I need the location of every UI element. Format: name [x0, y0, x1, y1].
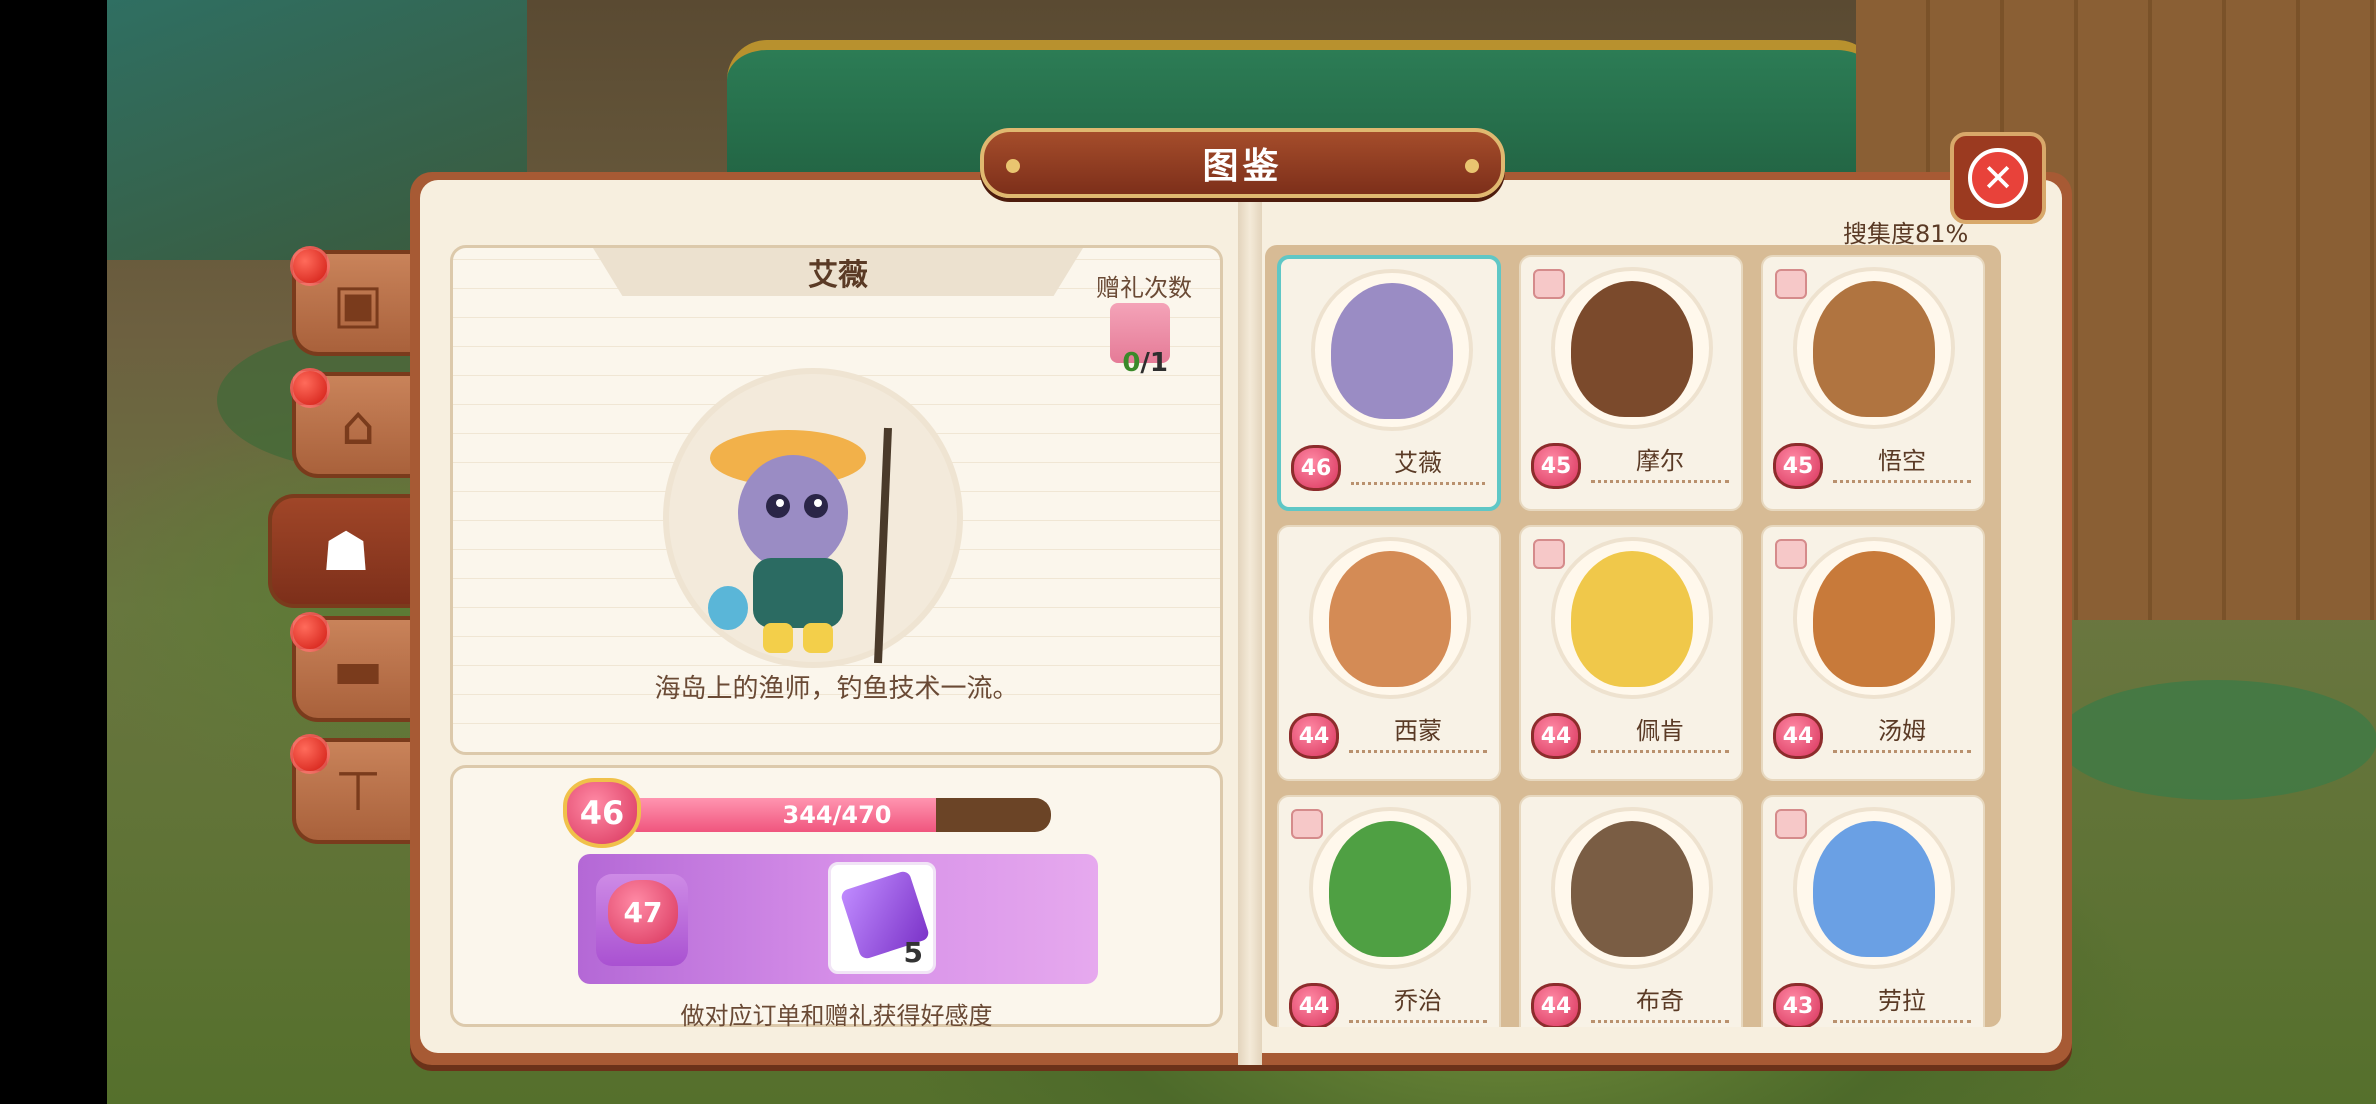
character-name: 佩肯 [1591, 711, 1729, 753]
reward-quantity: 5 [903, 936, 923, 969]
character-portrait [708, 427, 892, 664]
panel-title-plate: 图鉴 [980, 128, 1505, 198]
affinity-level-heart-icon: 46 [563, 778, 641, 848]
character-avatar [1571, 551, 1693, 687]
character-card[interactable]: 45 悟空 [1761, 255, 1985, 511]
shirt-icon: ⊤ [334, 759, 382, 823]
character-avatar [1813, 551, 1935, 687]
character-card[interactable]: 46 艾薇 [1277, 255, 1501, 511]
character-avatar [1813, 821, 1935, 957]
character-level-heart-icon: 44 [1773, 713, 1823, 759]
gift-icon [1775, 269, 1807, 299]
character-level-heart-icon: 45 [1531, 443, 1581, 489]
character-avatar [1331, 283, 1453, 419]
gift-icon [1533, 539, 1565, 569]
character-level-heart-icon: 44 [1289, 983, 1339, 1027]
character-name: 汤姆 [1833, 711, 1971, 753]
side-tab-owl[interactable]: ☗ [268, 494, 420, 608]
character-card[interactable]: 44 布奇 [1519, 795, 1743, 1027]
gift-count-label: 赠礼次数 [1096, 274, 1192, 302]
next-level-heart-icon: 47 [608, 880, 678, 944]
affinity-progress-text: 344/470 [782, 801, 892, 829]
character-name: 艾薇 [593, 248, 1083, 296]
notification-badge [290, 246, 330, 286]
affinity-progress-bar: 344/470 [623, 798, 1051, 832]
character-grid: 46 艾薇 45 摩尔 45 悟空 44 西蒙 44 佩肯 44 汤姆 44 乔治 44 布奇 43 劳拉 [1265, 245, 2001, 1027]
character-name: 艾薇 [1351, 443, 1485, 485]
affinity-card: 344/470 46 47 5 做对应订单和赠礼获得好感度 [450, 765, 1223, 1030]
character-level-heart-icon: 44 [1531, 713, 1581, 759]
character-name: 西蒙 [1349, 711, 1487, 753]
character-name: 摩尔 [1591, 441, 1729, 483]
sofa-icon: ▬ [332, 637, 384, 701]
notification-badge [290, 368, 330, 408]
character-name: 乔治 [1349, 981, 1487, 1023]
character-card[interactable]: 43 劳拉 [1761, 795, 1985, 1027]
house-icon: ⌂ [340, 393, 376, 457]
character-level-heart-icon: 44 [1531, 983, 1581, 1027]
book-spine [1238, 192, 1262, 1065]
character-name: 悟空 [1833, 441, 1971, 483]
rivet-icon [1465, 159, 1479, 173]
owl-icon: ☗ [321, 519, 371, 583]
box-icon: ▣ [332, 271, 384, 335]
character-card[interactable]: 44 汤姆 [1761, 525, 1985, 781]
character-card[interactable]: 44 西蒙 [1277, 525, 1501, 781]
gift-icon [1291, 809, 1323, 839]
character-avatar [1329, 551, 1451, 687]
side-tab-box[interactable]: ▣ [290, 246, 420, 356]
character-card[interactable]: 44 佩肯 [1519, 525, 1743, 781]
next-level-reward: 47 5 [578, 854, 1098, 984]
character-name: 布奇 [1591, 981, 1729, 1023]
character-level-heart-icon: 43 [1773, 983, 1823, 1027]
notification-badge [290, 734, 330, 774]
side-tab-sofa[interactable]: ▬ [290, 612, 420, 722]
character-avatar [1329, 821, 1451, 957]
gift-icon [1775, 809, 1807, 839]
collection-progress: 搜集度81% [1843, 220, 1969, 248]
close-button[interactable]: ✕ [1950, 132, 2046, 224]
notification-badge [290, 612, 330, 652]
close-icon: ✕ [1968, 148, 2028, 208]
gift-icon [1533, 269, 1565, 299]
reward-ticket-item[interactable]: 5 [828, 862, 936, 974]
gift-icon [1775, 539, 1807, 569]
character-card[interactable]: 44 乔治 [1277, 795, 1501, 1027]
character-card[interactable]: 45 摩尔 [1519, 255, 1743, 511]
character-level-heart-icon: 44 [1289, 713, 1339, 759]
page-title: 图鉴 [1202, 146, 1283, 187]
character-avatar [1571, 821, 1693, 957]
background-bush [2057, 680, 2376, 800]
affinity-hint: 做对应订单和赠礼获得好感度 [680, 1002, 993, 1030]
character-name: 劳拉 [1833, 981, 1971, 1023]
character-avatar [1571, 281, 1693, 417]
character-detail-card: 艾薇 赠礼次数 0/1 海岛上的渔师，钓鱼技术一流。 [450, 245, 1223, 755]
character-avatar [1813, 281, 1935, 417]
character-level-heart-icon: 45 [1773, 443, 1823, 489]
rivet-icon [1006, 159, 1020, 173]
gift-count: 0/1 [1122, 348, 1168, 378]
side-tab-house[interactable]: ⌂ [290, 368, 420, 478]
character-level-heart-icon: 46 [1291, 445, 1341, 491]
character-description: 海岛上的渔师，钓鱼技术一流。 [654, 674, 1019, 704]
side-tab-shirt[interactable]: ⊤ [290, 734, 420, 844]
